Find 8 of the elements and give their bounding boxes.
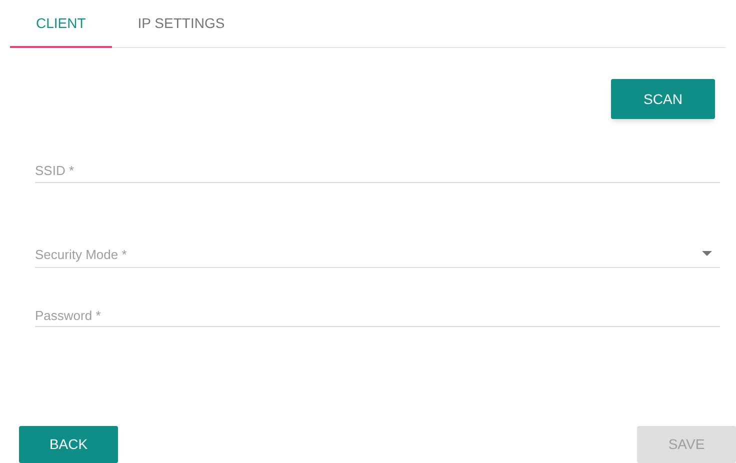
- input-field[interactable]: SSID *: [35, 159, 720, 183]
- select-field[interactable]: Security Mode *: [35, 241, 720, 268]
- tab[interactable]: IP SETTINGS: [112, 0, 251, 48]
- back-button[interactable]: BACK: [19, 426, 118, 463]
- scan-button[interactable]: SCAN: [611, 79, 715, 119]
- tab[interactable]: CLIENT: [10, 0, 112, 48]
- caret-icon: [702, 251, 712, 256]
- input-field[interactable]: Password *: [35, 304, 720, 327]
